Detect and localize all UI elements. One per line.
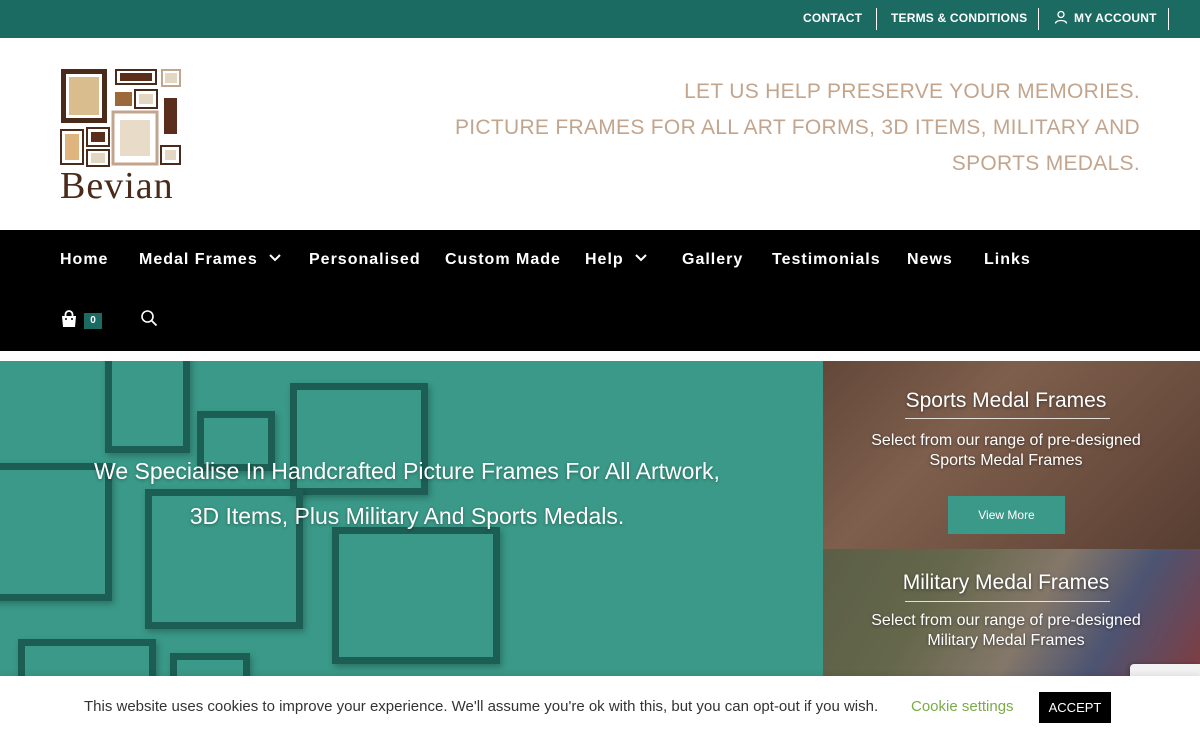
my-account-link[interactable]: MY ACCOUNT xyxy=(1054,0,1157,38)
nav-item-help[interactable]: Help xyxy=(585,250,647,270)
decorative-frame xyxy=(332,527,500,664)
hero-headline: We Specialise In Handcrafted Picture Fra… xyxy=(0,449,814,539)
terms-link[interactable]: TERMS & CONDITIONS xyxy=(891,0,1027,38)
nav-item-label: Help xyxy=(585,251,624,268)
search-icon[interactable] xyxy=(140,309,158,327)
sports-medal-frames-panel[interactable]: Sports Medal Frames Select from our rang… xyxy=(823,361,1200,549)
my-account-label: MY ACCOUNT xyxy=(1074,11,1157,25)
nav-item-custom-made[interactable]: Custom Made xyxy=(445,250,561,270)
user-icon xyxy=(1054,11,1068,25)
sports-panel-description: Select from our range of pre-designed Sp… xyxy=(823,431,1189,471)
topbar-divider xyxy=(876,8,877,30)
sports-desc-line-1: Select from our range of pre-designed xyxy=(871,432,1141,449)
panel-divider xyxy=(905,418,1110,419)
logo-wordmark: Bevian xyxy=(60,165,174,207)
hero-line-1: We Specialise In Handcrafted Picture Fra… xyxy=(94,458,720,484)
sports-panel-title: Sports Medal Frames xyxy=(905,389,1107,412)
topbar-divider xyxy=(1038,8,1039,30)
cookie-message: This website uses cookies to improve you… xyxy=(84,698,879,715)
view-more-button[interactable]: View More xyxy=(948,496,1065,534)
tagline: LET US HELP PRESERVE YOUR MEMORIES. PICT… xyxy=(380,74,1140,182)
nav-item-links[interactable]: Links xyxy=(984,250,1031,270)
nav-item-gallery[interactable]: Gallery xyxy=(682,250,743,270)
military-panel-title: Military Medal Frames xyxy=(902,571,1110,594)
hero-banner: We Specialise In Handcrafted Picture Fra… xyxy=(0,361,823,676)
sports-desc-line-2: Sports Medal Frames xyxy=(929,452,1083,469)
tagline-line-2: PICTURE FRAMES FOR ALL ART FORMS, 3D ITE… xyxy=(454,116,1140,175)
nav-item-medal-frames[interactable]: Medal Frames xyxy=(139,250,281,270)
nav-item-testimonials[interactable]: Testimonials xyxy=(772,250,881,270)
nav-item-personalised[interactable]: Personalised xyxy=(309,250,421,270)
topbar-divider xyxy=(1168,8,1169,30)
cookie-settings-link[interactable]: Cookie settings xyxy=(911,698,1014,715)
panel-divider xyxy=(905,601,1110,602)
accept-cookies-button[interactable]: ACCEPT xyxy=(1039,692,1111,723)
hero-line-2: 3D Items, Plus Military And Sports Medal… xyxy=(189,503,625,529)
cart-count-badge: 0 xyxy=(84,313,102,329)
chevron-down-icon xyxy=(635,254,647,262)
decorative-frame xyxy=(170,653,250,676)
cart-button[interactable]: 0 xyxy=(60,308,104,332)
nav-item-label: Medal Frames xyxy=(139,251,258,268)
chevron-down-icon xyxy=(269,254,281,262)
military-panel-description: Select from our range of pre-designed Mi… xyxy=(823,611,1189,651)
military-desc-line-2: Military Medal Frames xyxy=(927,632,1085,649)
military-medal-frames-panel[interactable]: Military Medal Frames Select from our ra… xyxy=(823,549,1200,676)
nav-item-home[interactable]: Home xyxy=(60,250,108,270)
decorative-frame xyxy=(18,639,156,676)
shopping-bag-icon xyxy=(62,310,76,327)
decorative-frame xyxy=(105,361,190,453)
cookie-consent-bar: This website uses cookies to improve you… xyxy=(0,676,1200,740)
site-header: Bevian LET US HELP PRESERVE YOUR MEMORIE… xyxy=(0,38,1200,230)
top-bar: CONTACT TERMS & CONDITIONS MY ACCOUNT xyxy=(0,0,1200,38)
military-desc-line-1: Select from our range of pre-designed xyxy=(871,612,1141,629)
main-navigation: Home Medal Frames Personalised Custom Ma… xyxy=(0,230,1200,351)
tagline-line-1: LET US HELP PRESERVE YOUR MEMORIES. xyxy=(684,80,1140,103)
contact-link[interactable]: CONTACT xyxy=(803,0,862,38)
nav-item-news[interactable]: News xyxy=(907,250,953,270)
